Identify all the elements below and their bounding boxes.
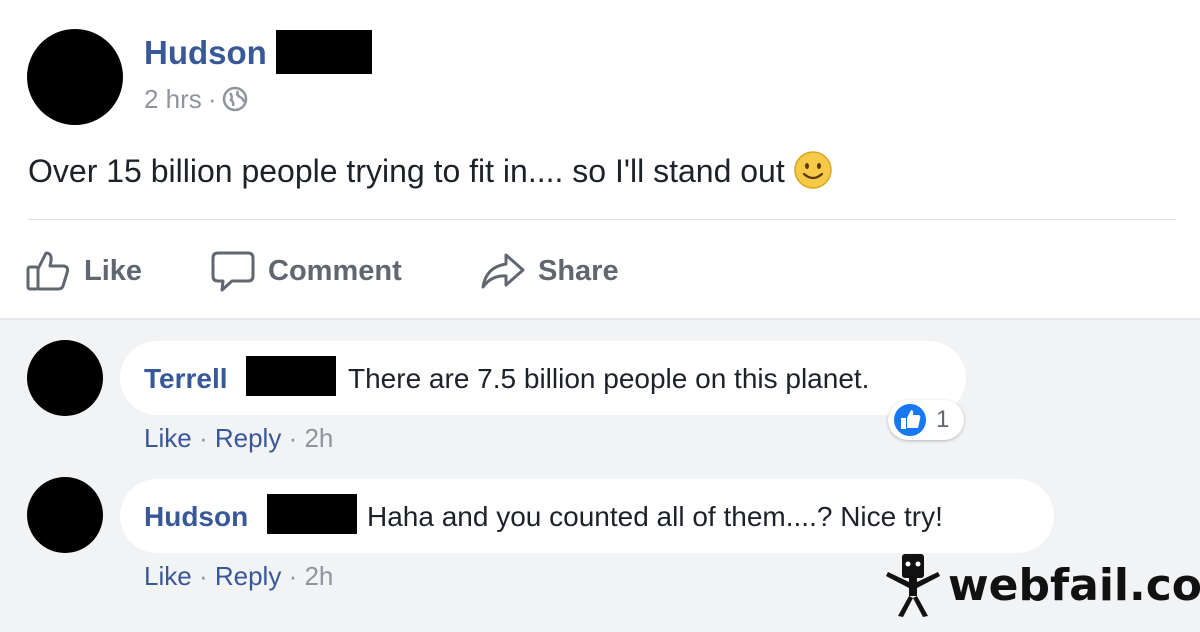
like-label: Like bbox=[84, 254, 143, 287]
comment-actions: Like · Reply · 2h bbox=[144, 561, 333, 592]
separator: · bbox=[288, 423, 298, 453]
separator: · bbox=[288, 561, 298, 591]
comment-like-link[interactable]: Like bbox=[144, 561, 192, 591]
post-text: Over 15 billion people trying to fit in.… bbox=[28, 153, 785, 189]
separator: · bbox=[198, 561, 208, 591]
post-card: Hudson 2 hrs · Over 15 billion people try… bbox=[0, 0, 1200, 318]
comment-timestamp[interactable]: 2h bbox=[304, 561, 333, 591]
comment-bubble: Hudson Haha and you counted all of them.… bbox=[120, 479, 1054, 553]
commenter-avatar[interactable] bbox=[27, 477, 103, 553]
reaction-badge[interactable]: 1 bbox=[888, 400, 964, 440]
comment-actions: Like · Reply · 2h bbox=[144, 423, 333, 454]
separator: · bbox=[198, 423, 208, 453]
comment-author-name[interactable]: Hudson bbox=[144, 501, 248, 533]
commenter-avatar[interactable] bbox=[27, 340, 103, 416]
comment-label: Comment bbox=[268, 254, 402, 287]
comment-author-name[interactable]: Terrell bbox=[144, 363, 228, 395]
post-author-name[interactable]: Hudson bbox=[144, 34, 267, 72]
redacted-surname bbox=[246, 356, 336, 396]
post-body: Over 15 billion people trying to fit in.… bbox=[28, 150, 833, 198]
share-label: Share bbox=[538, 254, 619, 287]
like-reaction-icon bbox=[892, 402, 928, 438]
comment-text: There are 7.5 billion people on this pla… bbox=[348, 363, 870, 394]
reaction-count: 1 bbox=[936, 406, 950, 433]
post-divider bbox=[28, 219, 1176, 220]
globe-icon[interactable] bbox=[222, 86, 248, 119]
redacted-surname bbox=[276, 30, 372, 74]
comment-bubble: Terrell There are 7.5 billion people on … bbox=[120, 341, 966, 415]
comment-button[interactable]: Comment bbox=[210, 248, 402, 294]
comment-like-link[interactable]: Like bbox=[144, 423, 192, 453]
share-arrow-icon bbox=[481, 253, 525, 289]
redacted-surname bbox=[267, 494, 357, 534]
comment-reply-link[interactable]: Reply bbox=[215, 423, 281, 453]
webfail-brand-text: webfail.com bbox=[948, 559, 1200, 611]
comment-text: Haha and you counted all of them....? Ni… bbox=[367, 501, 943, 532]
comment-timestamp[interactable]: 2h bbox=[304, 423, 333, 453]
comment-reply-link[interactable]: Reply bbox=[215, 561, 281, 591]
post-meta: 2 hrs · bbox=[144, 84, 248, 119]
smiley-emoji-icon bbox=[793, 150, 833, 198]
post-timestamp[interactable]: 2 hrs bbox=[144, 84, 202, 114]
webfail-watermark: webfail.com bbox=[884, 550, 1200, 620]
meta-separator: · bbox=[207, 84, 217, 114]
comment-icon bbox=[211, 251, 255, 292]
webfail-mascot-icon bbox=[886, 554, 940, 617]
author-avatar[interactable] bbox=[27, 29, 123, 125]
thumbs-up-icon bbox=[26, 251, 70, 291]
like-button[interactable]: Like bbox=[26, 248, 142, 294]
share-button[interactable]: Share bbox=[480, 248, 619, 294]
